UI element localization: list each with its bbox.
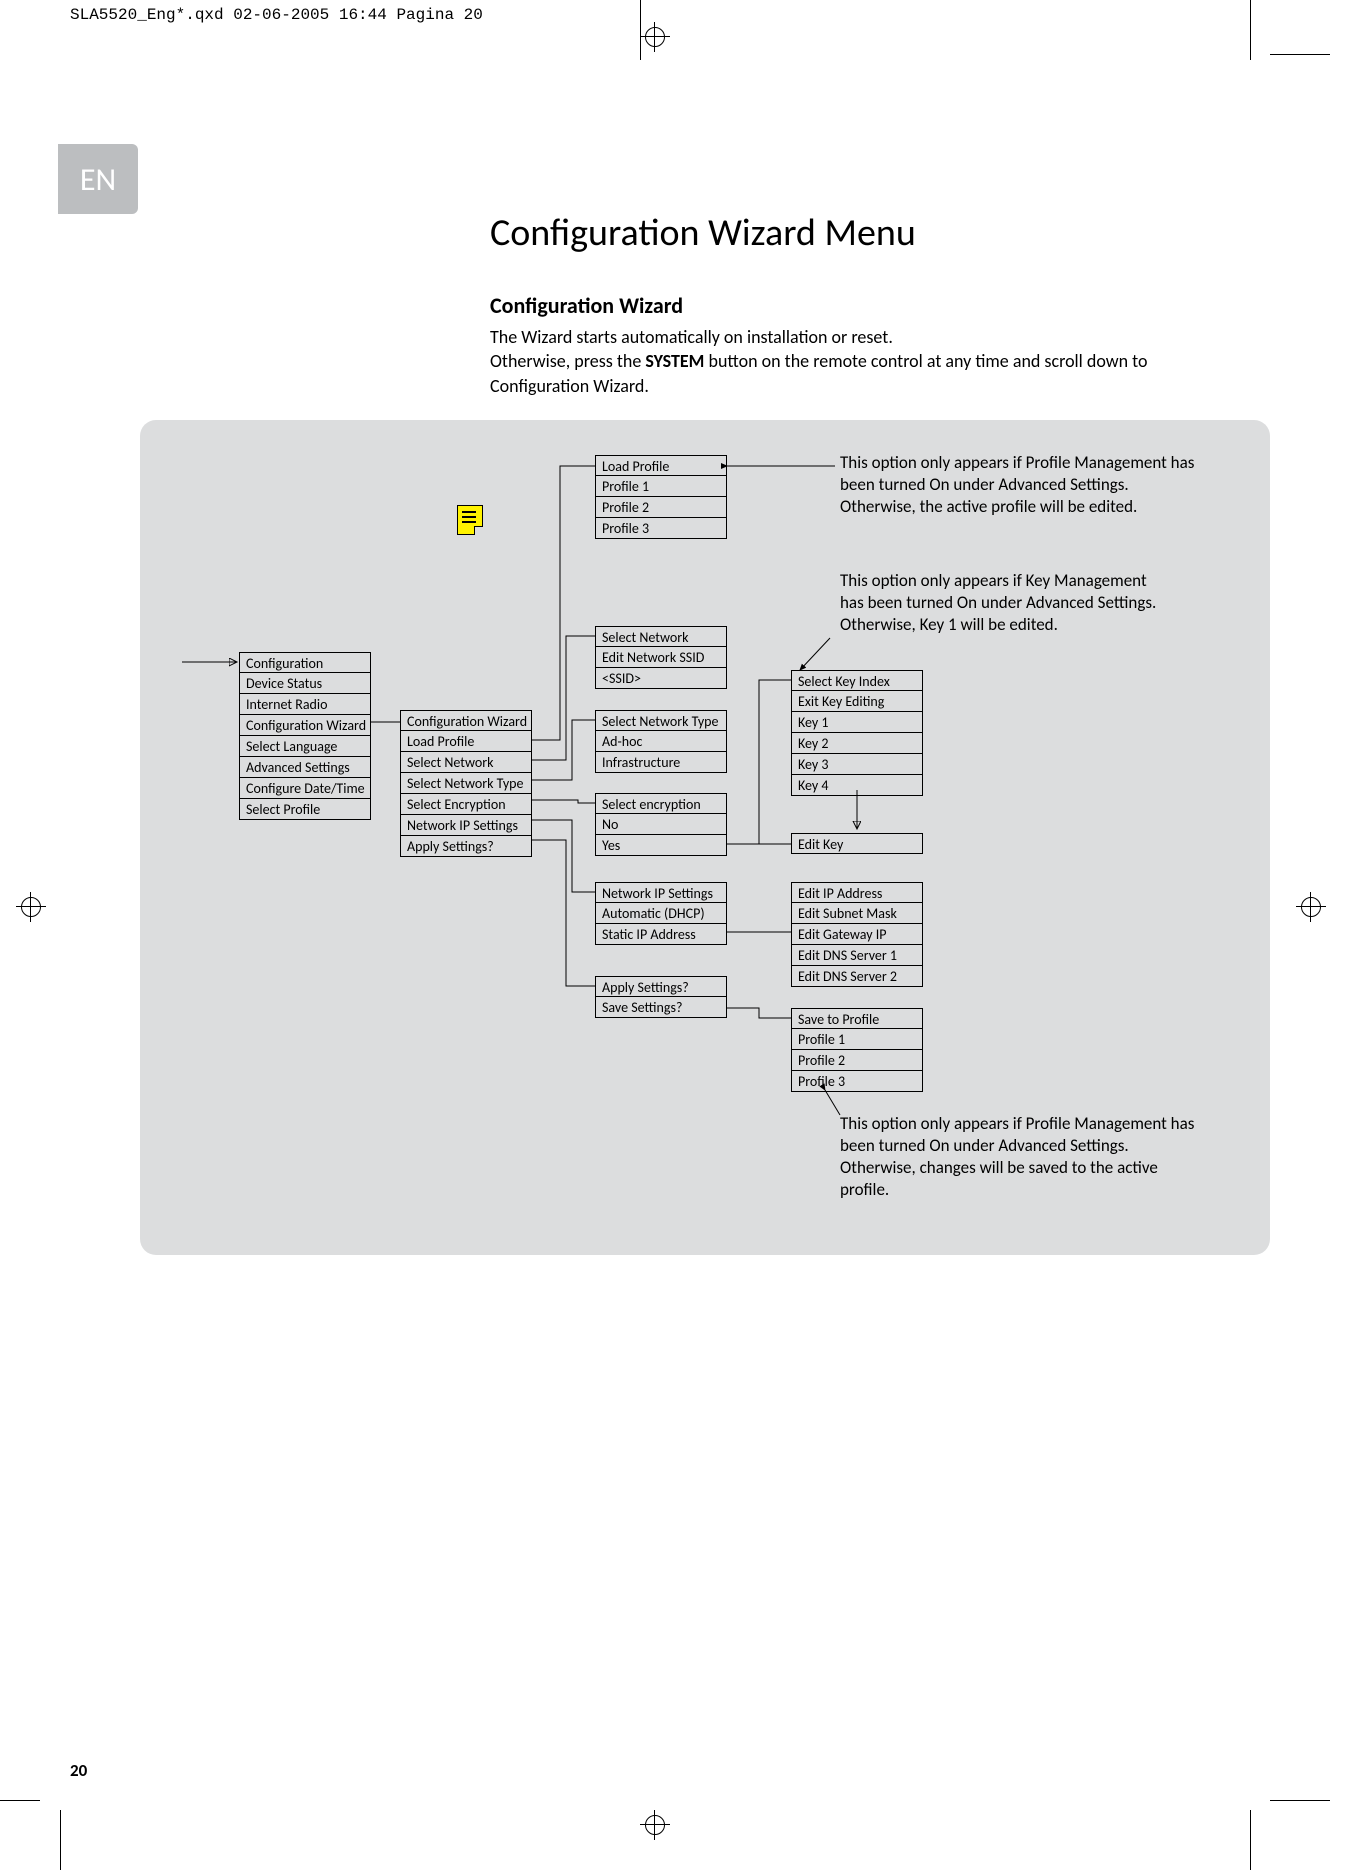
menu-item: Save Settings? <box>595 997 727 1018</box>
print-header: SLA5520_Eng*.qxd 02-06-2005 16:44 Pagina… <box>70 6 483 24</box>
menu-item: Infrastructure <box>595 752 727 773</box>
page-title: Configuration Wizard Menu <box>490 210 1250 256</box>
menu-item: Select Profile <box>239 799 371 820</box>
registration-mark <box>640 1810 670 1840</box>
menu-header: Apply Settings? <box>595 976 727 997</box>
menu-item: Edit IP Address <box>791 882 923 903</box>
page-number: 20 <box>70 1760 87 1781</box>
menu-ip-settings: Network IP Settings Automatic (DHCP) Sta… <box>595 882 727 945</box>
language-tab: EN <box>58 144 138 214</box>
crop-mark <box>0 1800 40 1801</box>
note-icon <box>457 505 483 535</box>
menu-item: Configuration Wizard <box>239 715 371 736</box>
menu-apply-settings: Apply Settings? Save Settings? <box>595 976 727 1018</box>
menu-item: <SSID> <box>595 668 727 689</box>
menu-item: Profile 2 <box>595 497 727 518</box>
crop-mark <box>1250 0 1251 60</box>
menu-item: Load Profile <box>400 731 532 752</box>
menu-header: Select Key Index <box>791 670 923 691</box>
menu-item: Select Language <box>239 736 371 757</box>
menu-header: Select encryption <box>595 793 727 814</box>
menu-item: Static IP Address <box>595 924 727 945</box>
menu-item: Profile 1 <box>595 476 727 497</box>
menu-item: Key 1 <box>791 712 923 733</box>
menu-item: Edit Network SSID <box>595 647 727 668</box>
menu-item: Edit Gateway IP <box>791 924 923 945</box>
menu-item: Key 4 <box>791 775 923 796</box>
crop-mark <box>1250 1810 1251 1870</box>
menu-edit-key: Edit Key <box>791 833 923 854</box>
registration-mark <box>1296 892 1326 922</box>
crop-mark <box>1270 54 1330 55</box>
menu-header: Network IP Settings <box>595 882 727 903</box>
crop-mark <box>60 1810 61 1870</box>
menu-ip-edit: Edit IP Address Edit Subnet Mask Edit Ga… <box>791 882 923 987</box>
menu-header: Select Network Type <box>595 710 727 731</box>
menu-item: Exit Key Editing <box>791 691 923 712</box>
section-heading: Configuration Wizard <box>490 292 1250 319</box>
menu-item: Yes <box>595 835 727 856</box>
menu-item: Key 3 <box>791 754 923 775</box>
menu-encryption: Select encryption No Yes <box>595 793 727 856</box>
registration-mark <box>640 22 670 52</box>
menu-item: Select Encryption <box>400 794 532 815</box>
intro-text: The Wizard starts automatically on insta… <box>490 325 1250 398</box>
menu-network-type: Select Network Type Ad-hoc Infrastructur… <box>595 710 727 773</box>
menu-select-network: Select Network Edit Network SSID <SSID> <box>595 626 727 689</box>
menu-item: Profile 3 <box>791 1071 923 1092</box>
menu-config-wizard: Configuration Wizard Load Profile Select… <box>400 710 532 857</box>
diagram-panel: Configuration Device Status Internet Rad… <box>140 420 1270 1255</box>
annotation-load-profile: This option only appears if Profile Mana… <box>840 452 1200 518</box>
menu-header: Save to Profile <box>791 1008 923 1029</box>
text: The Wizard starts automatically on insta… <box>490 326 893 348</box>
menu-item: Configure Date/Time <box>239 778 371 799</box>
menu-item: Device Status <box>239 673 371 694</box>
menu-item: Internet Radio <box>239 694 371 715</box>
menu-header: Edit Key <box>791 833 923 854</box>
menu-configuration: Configuration Device Status Internet Rad… <box>239 652 371 820</box>
menu-item: Edit DNS Server 2 <box>791 966 923 987</box>
menu-item: Select Network Type <box>400 773 532 794</box>
crop-mark <box>1270 1800 1330 1801</box>
registration-mark <box>16 892 46 922</box>
menu-header: Configuration Wizard <box>400 710 532 731</box>
menu-item: Apply Settings? <box>400 836 532 857</box>
menu-item: Network IP Settings <box>400 815 532 836</box>
menu-item: Profile 1 <box>791 1029 923 1050</box>
menu-save-profile: Save to Profile Profile 1 Profile 2 Prof… <box>791 1008 923 1092</box>
menu-header: Load Profile <box>595 455 727 476</box>
menu-item: Edit Subnet Mask <box>791 903 923 924</box>
menu-key-index: Select Key Index Exit Key Editing Key 1 … <box>791 670 923 796</box>
text: Otherwise, press the <box>490 350 645 372</box>
annotation-save-profile: This option only appears if Profile Mana… <box>840 1113 1200 1201</box>
menu-header: Configuration <box>239 652 371 673</box>
menu-item: Key 2 <box>791 733 923 754</box>
menu-item: Edit DNS Server 1 <box>791 945 923 966</box>
menu-item: Ad-hoc <box>595 731 727 752</box>
menu-item: Profile 2 <box>791 1050 923 1071</box>
annotation-key: This option only appears if Key Manageme… <box>840 570 1160 636</box>
text-bold: SYSTEM <box>645 350 704 372</box>
menu-item: Automatic (DHCP) <box>595 903 727 924</box>
menu-item: Advanced Settings <box>239 757 371 778</box>
menu-item: Profile 3 <box>595 518 727 539</box>
menu-header: Select Network <box>595 626 727 647</box>
menu-item: No <box>595 814 727 835</box>
menu-load-profile: Load Profile Profile 1 Profile 2 Profile… <box>595 455 727 539</box>
menu-item: Select Network <box>400 752 532 773</box>
